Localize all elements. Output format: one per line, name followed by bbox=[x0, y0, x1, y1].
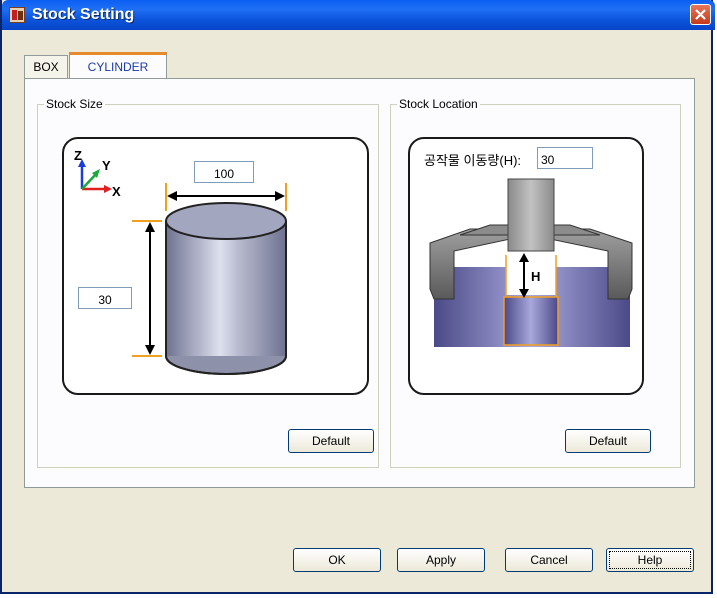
stock-setting-dialog: Stock Setting BOX CYLINDER Stock Size Z … bbox=[0, 0, 715, 594]
offset-label: 공작물 이동량(H): bbox=[424, 153, 522, 168]
axis-label-y: Y bbox=[102, 158, 111, 173]
stock-location-diagram: H bbox=[408, 137, 644, 395]
app-icon bbox=[9, 7, 25, 23]
stock-location-default-button[interactable]: Default bbox=[565, 429, 651, 453]
cancel-button[interactable]: Cancel bbox=[505, 548, 593, 572]
help-button[interactable]: Help bbox=[606, 548, 694, 572]
stock-location-label: Stock Location bbox=[397, 97, 480, 111]
axis-label-x: X bbox=[112, 184, 121, 199]
tab-cylinder[interactable]: CYLINDER bbox=[69, 52, 167, 79]
close-button[interactable] bbox=[690, 4, 711, 25]
stock-size-label: Stock Size bbox=[44, 97, 105, 111]
height-input[interactable] bbox=[78, 287, 132, 309]
apply-button[interactable]: Apply bbox=[397, 548, 485, 572]
close-icon bbox=[695, 9, 706, 20]
stock-size-default-button[interactable]: Default bbox=[288, 429, 374, 453]
axis-label-z: Z bbox=[74, 148, 82, 163]
ok-button[interactable]: OK bbox=[293, 548, 381, 572]
diameter-input[interactable] bbox=[194, 161, 254, 183]
tab-box[interactable]: BOX bbox=[24, 55, 68, 79]
chuck-illustration bbox=[429, 178, 633, 347]
h-marker-label: H bbox=[531, 269, 541, 284]
offset-input[interactable] bbox=[537, 147, 593, 169]
title-bar[interactable]: Stock Setting bbox=[2, 0, 715, 30]
window-title: Stock Setting bbox=[32, 6, 135, 23]
